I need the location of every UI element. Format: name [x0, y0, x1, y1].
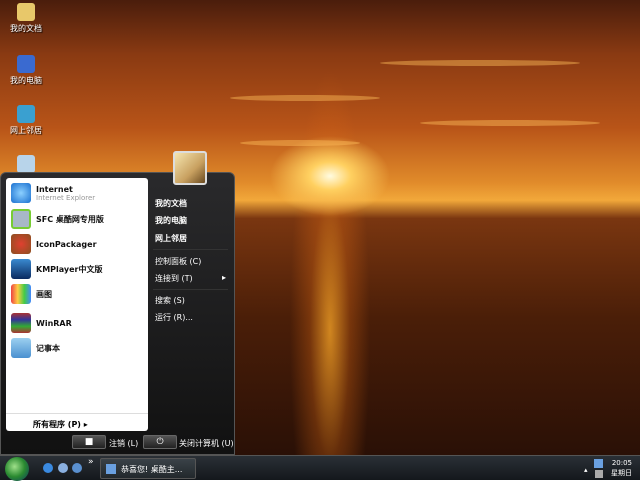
- start-button[interactable]: [5, 457, 29, 481]
- logoff-button[interactable]: ■: [72, 435, 106, 449]
- logoff-label[interactable]: 注销 (L): [109, 438, 138, 449]
- notepad-icon: [11, 338, 31, 358]
- user-avatar[interactable]: [173, 151, 207, 185]
- sfc-icon: [11, 209, 31, 229]
- menu-item-paint[interactable]: 画图: [11, 284, 52, 304]
- menu-item-internet[interactable]: Internet Internet Explorer: [11, 183, 95, 203]
- quicklaunch-chevron[interactable]: »: [88, 457, 94, 467]
- kmplayer-icon: [11, 259, 31, 279]
- desktop-icon-network[interactable]: 网上邻居: [4, 105, 48, 136]
- menu-my-computer[interactable]: 我的电脑: [155, 215, 187, 226]
- shutdown-label[interactable]: 关闭计算机 (U): [179, 438, 234, 449]
- shutdown-button[interactable]: ⏻: [143, 435, 177, 449]
- computer-icon: [17, 55, 35, 73]
- menu-search[interactable]: 搜索 (S): [155, 295, 185, 306]
- folder-icon: [17, 3, 35, 21]
- network-tray-icon[interactable]: [594, 459, 603, 468]
- menu-item-sfc[interactable]: SFC 桌酷网专用版: [11, 209, 104, 229]
- menu-item-winrar[interactable]: WinRAR: [11, 313, 72, 333]
- menu-connect-to[interactable]: 连接到 (T): [155, 273, 193, 284]
- menu-network[interactable]: 网上邻居: [155, 233, 187, 244]
- taskbar-button[interactable]: 恭喜您! 桌酷主...: [100, 458, 196, 479]
- lock-icon: ■: [84, 437, 94, 447]
- separator: [153, 249, 228, 250]
- tray-expand-icon[interactable]: ▴: [584, 466, 588, 474]
- ie-quicklaunch-icon[interactable]: [43, 463, 53, 473]
- network-icon: [17, 105, 35, 123]
- submenu-arrow-icon: ▸: [222, 273, 227, 282]
- power-icon: ⏻: [156, 437, 164, 447]
- pinned-programs: Internet Internet Explorer SFC 桌酷网专用版 Ico…: [6, 178, 148, 431]
- window-icon: [106, 464, 116, 474]
- iconpackager-icon: [11, 234, 31, 254]
- desktop-icon-my-documents[interactable]: 我的文档: [4, 3, 48, 34]
- menu-item-iconpackager[interactable]: IconPackager: [11, 234, 97, 254]
- clock[interactable]: 20:05 星期日: [611, 458, 632, 478]
- menu-control-panel[interactable]: 控制面板 (C): [155, 256, 201, 267]
- all-programs-button[interactable]: 所有程序 (P) ▸: [6, 413, 148, 431]
- start-menu: Internet Internet Explorer SFC 桌酷网专用版 Ico…: [0, 172, 235, 455]
- menu-item-kmplayer[interactable]: KMPlayer中文版: [11, 259, 103, 279]
- volume-tray-icon[interactable]: [595, 470, 603, 478]
- winrar-icon: [11, 313, 31, 333]
- media-quicklaunch-icon[interactable]: [72, 463, 82, 473]
- menu-item-notepad[interactable]: 记事本: [11, 338, 60, 358]
- desktop-icon-my-computer[interactable]: 我的电脑: [4, 55, 48, 86]
- paint-icon: [11, 284, 31, 304]
- taskbar: » 恭喜您! 桌酷主... ▴ 20:05 星期日: [0, 455, 640, 481]
- menu-run[interactable]: 运行 (R)...: [155, 312, 193, 323]
- ie-icon: [11, 183, 31, 203]
- recycle-bin-icon: [17, 155, 35, 173]
- globe-quicklaunch-icon[interactable]: [58, 463, 68, 473]
- separator: [153, 289, 228, 290]
- menu-my-documents[interactable]: 我的文档: [155, 198, 187, 209]
- arrow-right-icon: ▸: [83, 420, 88, 429]
